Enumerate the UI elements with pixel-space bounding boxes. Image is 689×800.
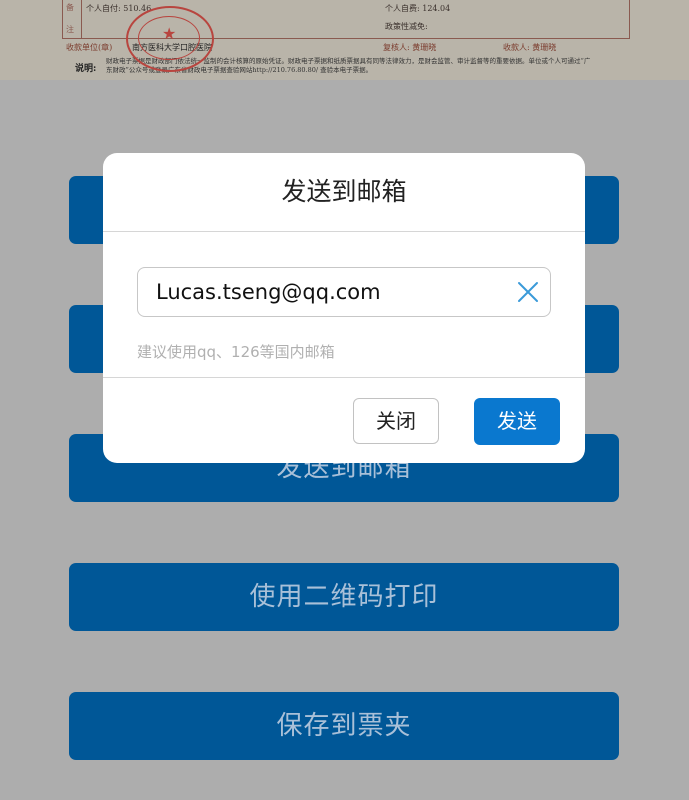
send-button[interactable]: 发送 (474, 398, 560, 445)
personal-account: 个人自费: 124.04 (385, 4, 451, 13)
remark-char-2: 注 (66, 25, 74, 34)
reviewer: 复核人: 黄珊晓 (383, 43, 437, 52)
save-to-wallet-button[interactable]: 保存到票夹 (69, 692, 619, 760)
remark-char-1: 备 (66, 3, 74, 12)
email-field (137, 267, 551, 317)
dialog-title: 发送到邮箱 (281, 177, 407, 206)
send-email-dialog: 发送到邮箱 建议使用qq、126等国内邮箱 关闭 发送 (103, 153, 585, 463)
payee-unit-label: 收款单位(章) (66, 43, 113, 52)
close-button[interactable]: 关闭 (353, 398, 439, 444)
clear-icon[interactable] (516, 280, 540, 304)
receipt-document: 备 注 个人自付: 510.46 个人自费: 124.04 政策性减免: 收款单… (0, 0, 689, 80)
qr-print-button[interactable]: 使用二维码打印 (69, 563, 619, 631)
note-label: 说明: (75, 64, 97, 74)
title-divider (103, 231, 585, 232)
official-stamp: ★ (126, 6, 214, 72)
policy-reduction: 政策性减免: (385, 22, 428, 31)
receipt-table-divider (81, 0, 82, 38)
footer-divider (103, 377, 585, 378)
stamp-star-icon: ★ (162, 24, 177, 43)
cashier: 收款人: 黄珊晓 (503, 43, 557, 52)
email-input[interactable] (138, 270, 496, 314)
email-hint: 建议使用qq、126等国内邮箱 (137, 343, 335, 361)
